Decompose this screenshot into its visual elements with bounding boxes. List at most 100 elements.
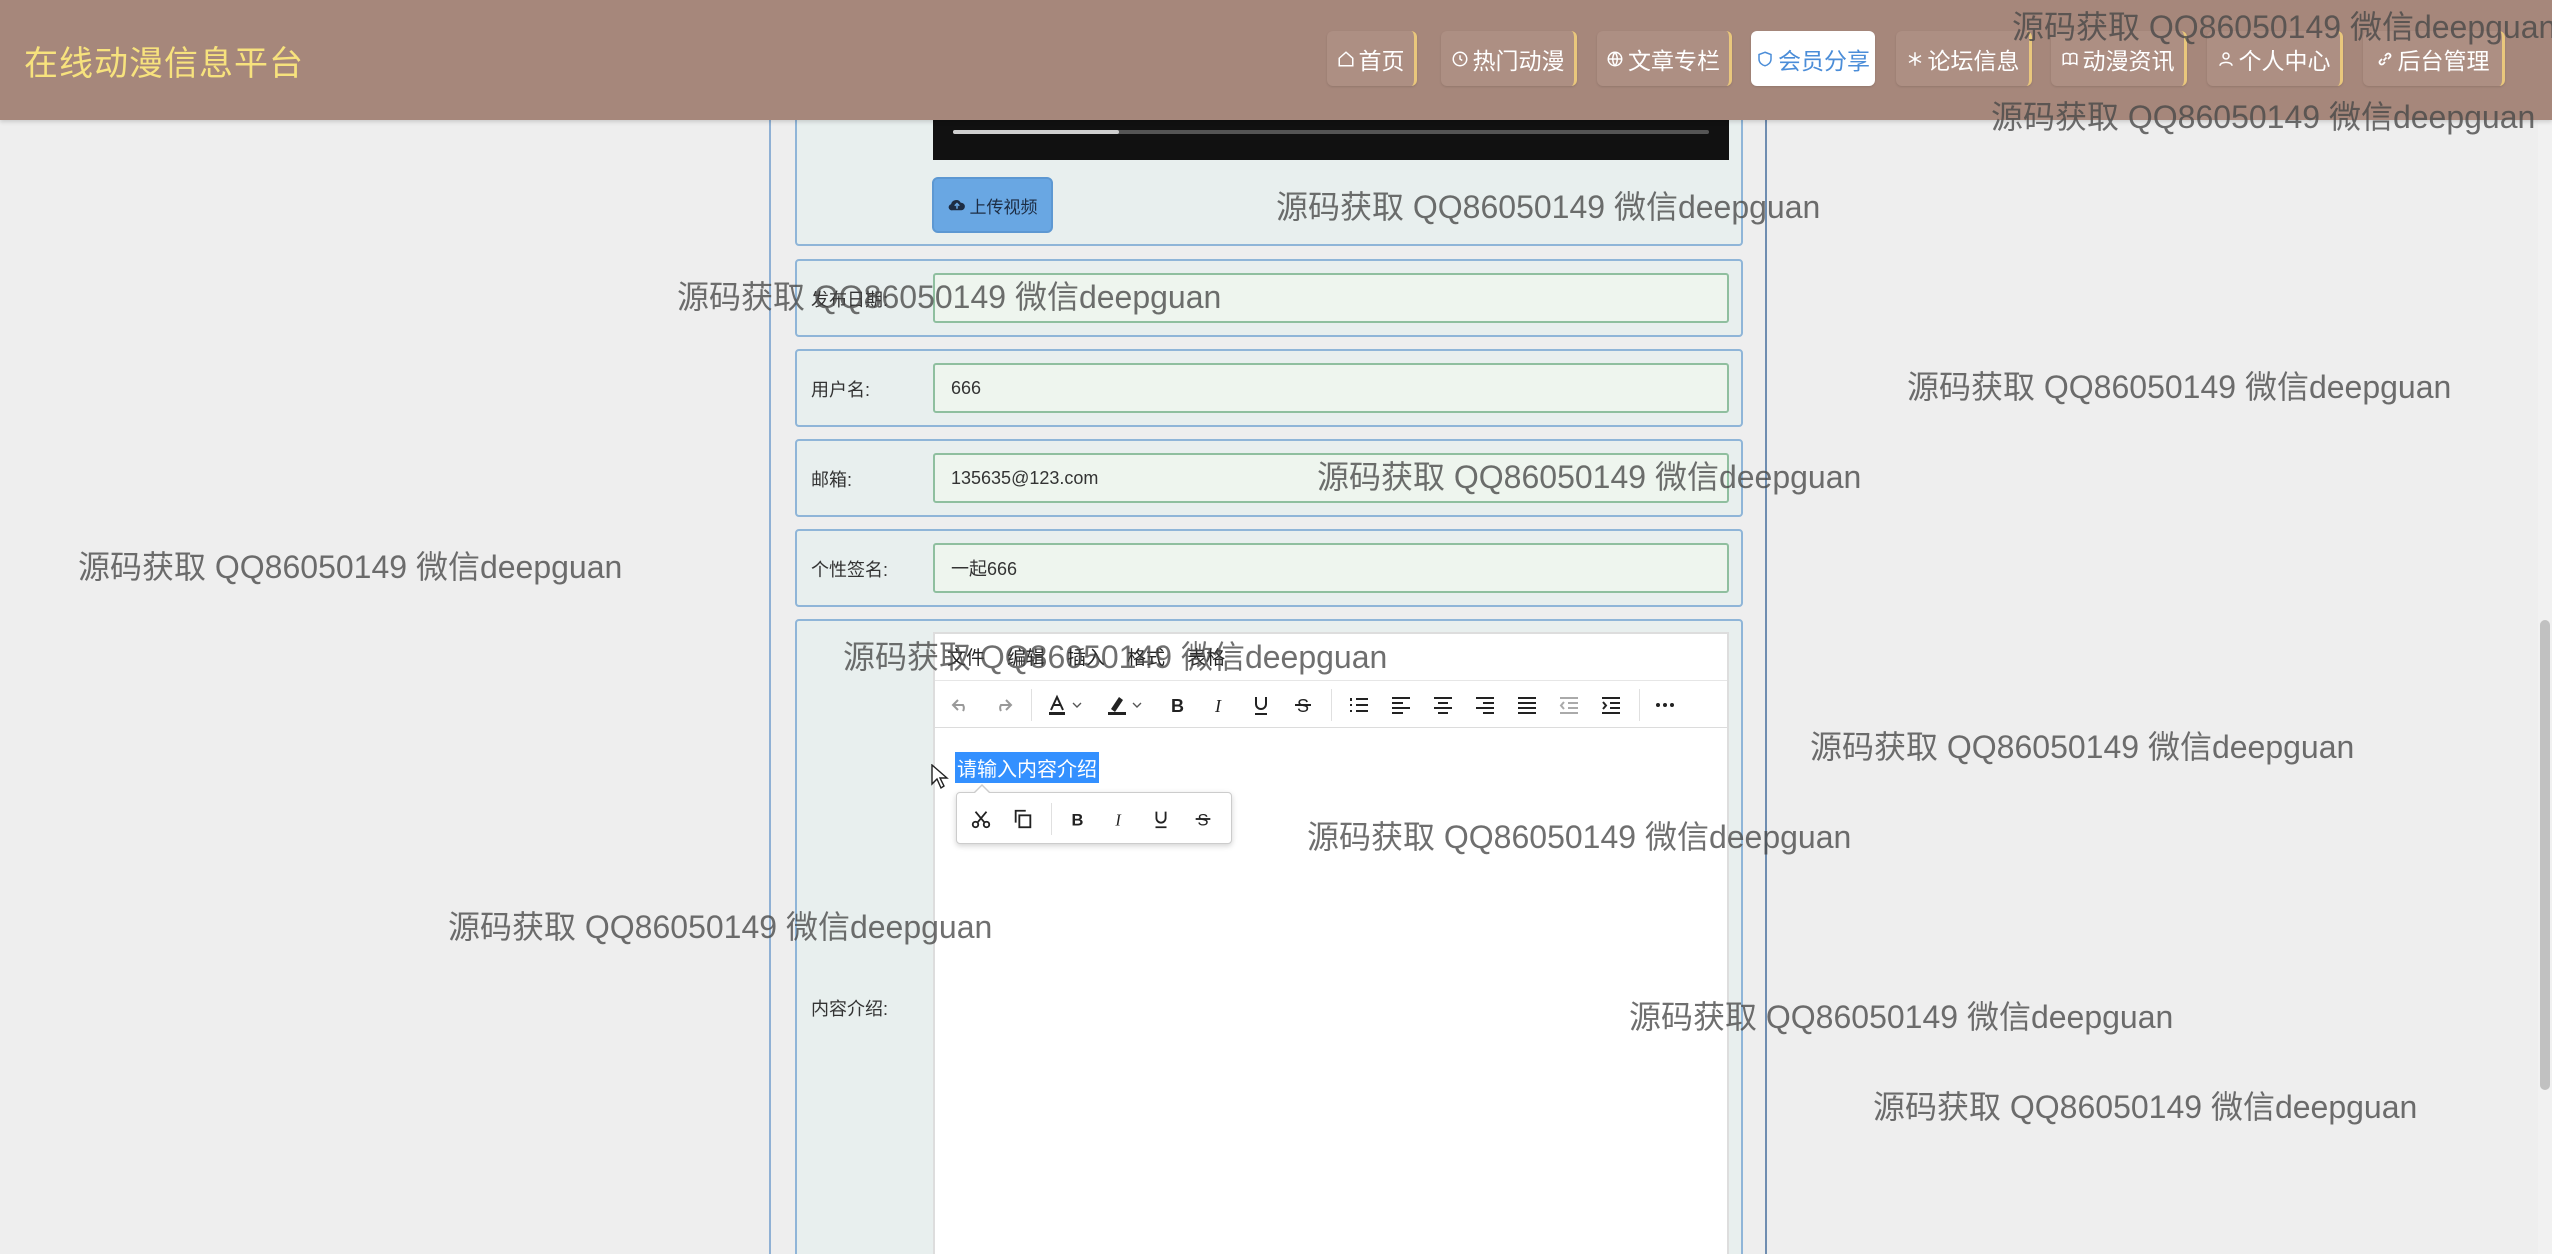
menu-file[interactable]: 文件 xyxy=(947,643,985,670)
inline-bold-button[interactable]: B xyxy=(1063,805,1091,833)
publish-date-field[interactable] xyxy=(933,273,1729,323)
content-selected-text[interactable]: 请输入内容介绍 xyxy=(955,752,1099,783)
more-tools-button[interactable] xyxy=(1651,691,1679,719)
nav-admin-label: 后台管理 xyxy=(2397,47,2490,74)
nav-anime-news-label: 动漫资讯 xyxy=(2082,47,2175,74)
upload-video-button[interactable]: 上传视频 xyxy=(932,177,1053,233)
username-field[interactable]: 666 xyxy=(933,363,1729,413)
publish-date-label: 发布日期: xyxy=(811,290,889,310)
link-icon xyxy=(2378,52,2391,65)
align-justify-button[interactable] xyxy=(1513,691,1541,719)
svg-text:I: I xyxy=(1114,810,1122,829)
video-progress-fill xyxy=(953,130,1120,134)
nav-personal-center[interactable]: 个人中心 xyxy=(2207,31,2343,86)
nav-home-label: 首页 xyxy=(1358,47,1405,74)
strikethrough-button[interactable]: S xyxy=(1289,691,1317,719)
nav-anime-news[interactable]: 动漫资讯 xyxy=(2051,31,2187,86)
align-justify-icon xyxy=(1518,697,1536,714)
upload-video-label: 上传视频 xyxy=(969,197,1038,217)
email-field[interactable]: 135635@123.com xyxy=(933,453,1729,503)
align-right-icon xyxy=(1476,697,1494,714)
numbered-list-icon xyxy=(1350,698,1368,712)
indent-icon xyxy=(1602,697,1620,714)
rich-text-editor[interactable]: 文件 编辑 插入 格式 表格 B I 请输入内容介绍 B I S xyxy=(933,632,1729,1254)
inline-underline-button[interactable] xyxy=(1147,805,1175,833)
nav-forum[interactable]: 论坛信息 xyxy=(1896,31,2032,86)
align-center-icon xyxy=(1434,697,1452,714)
text-color-button[interactable] xyxy=(1043,691,1071,719)
undo-button[interactable] xyxy=(947,691,975,719)
cloud-upload-icon xyxy=(948,200,965,211)
bold-icon: B xyxy=(1072,811,1084,829)
email-label: 邮箱: xyxy=(811,470,853,490)
content-label: 内容介绍: xyxy=(811,999,889,1019)
underline-button[interactable] xyxy=(1247,691,1275,719)
bold-button[interactable]: B xyxy=(1163,691,1191,719)
italic-button[interactable]: I xyxy=(1205,691,1233,719)
watermark: 源码获取 QQ86050149 微信deepguan xyxy=(1873,1089,2418,1125)
numbered-list-button[interactable] xyxy=(1345,691,1373,719)
shield-icon xyxy=(1758,50,1772,67)
signature-field[interactable]: 一起666 xyxy=(933,543,1729,593)
highlighter-icon xyxy=(1108,697,1126,715)
video-player[interactable] xyxy=(933,120,1729,160)
page: 在线动漫信息平台 首页 热门动漫 文章专栏 会员分享 论坛信息 动漫资讯 个人中… xyxy=(0,0,2552,1254)
underline-icon xyxy=(1255,697,1267,715)
nav-articles[interactable]: 文章专栏 xyxy=(1597,31,1732,86)
align-left-button[interactable] xyxy=(1387,691,1415,719)
svg-text:S: S xyxy=(1198,811,1209,829)
align-right-button[interactable] xyxy=(1471,691,1499,719)
redo-icon xyxy=(999,699,1013,712)
home-icon xyxy=(1338,50,1353,66)
toolbar-separator xyxy=(1331,689,1332,721)
more-icon xyxy=(1656,703,1674,707)
chevron-down-icon xyxy=(1072,702,1082,708)
copy-icon xyxy=(1014,809,1032,829)
highlight-color-dropdown[interactable] xyxy=(1129,691,1145,719)
text-color-dropdown[interactable] xyxy=(1069,691,1085,719)
user-icon xyxy=(2218,51,2233,66)
page-scrollbar-thumb[interactable] xyxy=(2540,620,2550,1090)
nav-admin[interactable]: 后台管理 xyxy=(2363,31,2505,86)
nav-personal-center-label: 个人中心 xyxy=(2238,47,2331,74)
menu-table[interactable]: 表格 xyxy=(1187,643,1225,670)
italic-icon: I xyxy=(1114,810,1122,829)
toolbar-separator xyxy=(1639,689,1640,721)
video-progress-bar[interactable] xyxy=(953,130,1709,134)
editor-toolbar: B I S xyxy=(935,680,1727,728)
nav-member-share-label: 会员分享 xyxy=(1778,47,1870,74)
align-left-icon xyxy=(1392,697,1410,714)
nav-member-share[interactable]: 会员分享 xyxy=(1751,31,1875,86)
site-title: 在线动漫信息平台 xyxy=(24,45,304,83)
outdent-button[interactable] xyxy=(1555,691,1583,719)
align-center-button[interactable] xyxy=(1429,691,1457,719)
mouse-cursor-icon xyxy=(931,764,949,790)
nav-hot-anime-label: 热门动漫 xyxy=(1472,47,1565,74)
svg-text:B: B xyxy=(1072,811,1084,829)
nav-forum-label: 论坛信息 xyxy=(1927,47,2020,74)
text-color-icon xyxy=(1049,694,1065,715)
nav-articles-label: 文章专栏 xyxy=(1628,47,1720,74)
chevron-down-icon xyxy=(1132,702,1142,708)
menu-edit[interactable]: 编辑 xyxy=(1007,643,1045,670)
watermark: 源码获取 QQ86050149 微信deepguan xyxy=(78,549,623,585)
redo-button[interactable] xyxy=(989,691,1017,719)
menu-format[interactable]: 格式 xyxy=(1127,643,1165,670)
nav-hot-anime[interactable]: 热门动漫 xyxy=(1441,31,1577,86)
editor-menubar: 文件 编辑 插入 格式 表格 xyxy=(935,634,1727,678)
nav-home[interactable]: 首页 xyxy=(1327,31,1417,86)
indent-button[interactable] xyxy=(1597,691,1625,719)
inline-strikethrough-button[interactable]: S xyxy=(1189,805,1217,833)
highlight-color-button[interactable] xyxy=(1103,691,1131,719)
inline-format-toolbar: B I S xyxy=(956,784,1232,844)
watermark: 源码获取 QQ86050149 微信deepguan xyxy=(1907,369,2452,405)
undo-icon xyxy=(951,699,965,712)
svg-text:B: B xyxy=(1171,696,1184,716)
svg-text:I: I xyxy=(1214,696,1222,716)
copy-button[interactable] xyxy=(1009,805,1037,833)
strikethrough-icon: S xyxy=(1295,696,1311,716)
scissors-icon xyxy=(971,811,991,829)
cut-button[interactable] xyxy=(967,805,995,833)
inline-italic-button[interactable]: I xyxy=(1105,805,1133,833)
menu-insert[interactable]: 插入 xyxy=(1067,643,1105,670)
